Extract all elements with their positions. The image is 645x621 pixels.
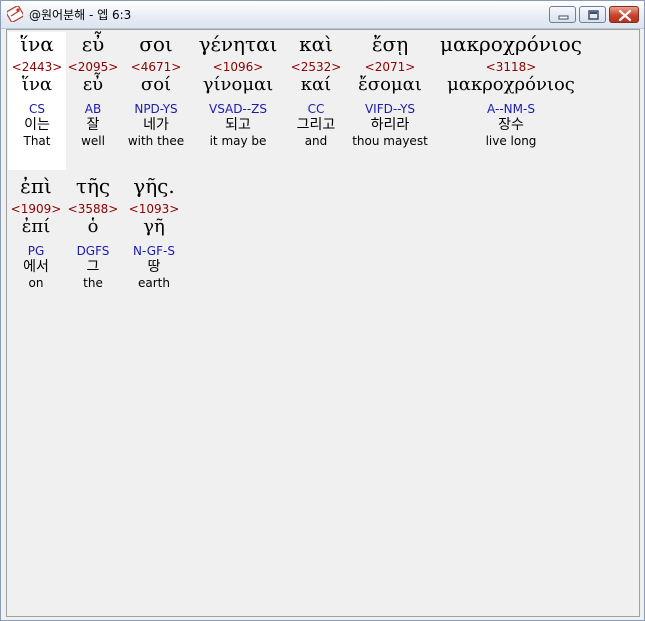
english-gloss: on [28, 276, 44, 290]
parsing-code[interactable]: PG [8, 244, 64, 258]
lemma: ἔσομαι [358, 74, 422, 95]
english-gloss: it may be [209, 134, 267, 148]
strong-number[interactable]: <2443> [8, 60, 66, 74]
greek-word: μακροχρόνιος [440, 32, 582, 56]
parsing-code[interactable]: N-GF-S [122, 244, 186, 258]
word-cell[interactable]: σοι <4671> σοί NPD-YS 네가 with thee [122, 32, 190, 149]
interlinear-view[interactable]: ἵνα <2443> ἵνα CS 이는 That εὖ <2095> εὖ A… [6, 29, 640, 617]
maximize-button[interactable] [579, 6, 606, 23]
lemma: γῆ [143, 216, 165, 237]
strong-number[interactable]: <2532> [288, 60, 344, 74]
strong-number[interactable]: <2095> [66, 60, 120, 74]
app-icon[interactable] [6, 5, 24, 23]
strong-number[interactable]: <3118> [435, 60, 587, 74]
english-gloss: and [304, 134, 328, 148]
greek-word: γένηται [198, 32, 278, 56]
greek-word: ἔσῃ [371, 32, 409, 56]
english-gloss: That [23, 134, 51, 148]
strong-number[interactable]: <2071> [347, 60, 433, 74]
greek-word: ἵνα [20, 32, 54, 56]
korean-gloss: 하리라 [370, 117, 410, 133]
korean-gloss: 되고 [225, 117, 251, 133]
korean-gloss: 잘 [86, 117, 100, 133]
word-cell[interactable]: γῆς. <1093> γῆ N-GF-S 땅 earth [122, 174, 186, 291]
english-gloss: thou mayest [352, 134, 428, 148]
english-gloss: with thee [127, 134, 185, 148]
greek-word: εὖ [81, 32, 105, 56]
word-cell[interactable]: ἐπὶ <1909> ἐπί PG 에서 on [8, 174, 64, 291]
strong-number[interactable]: <1093> [122, 202, 186, 216]
strong-number[interactable]: <4671> [122, 60, 190, 74]
close-button[interactable] [609, 6, 639, 23]
greek-word: τῆς [75, 174, 111, 198]
parsing-code[interactable]: NPD-YS [122, 102, 190, 116]
korean-gloss: 네가 [143, 117, 169, 133]
greek-word: καὶ [299, 32, 333, 56]
title-bar[interactable]: @원어분해 - 엡 6:3 [1, 1, 644, 29]
strong-number[interactable]: <3588> [66, 202, 120, 216]
lemma: γίνομαι [202, 74, 274, 95]
korean-gloss: 장수 [498, 117, 524, 133]
maximize-icon [588, 10, 599, 20]
word-cell[interactable]: ἔσῃ <2071> ἔσομαι VIFD--YS 하리라 thou maye… [347, 32, 433, 149]
korean-gloss: 그 [86, 259, 100, 275]
lemma: μακροχρόνιος [447, 74, 575, 95]
lemma: καί [300, 74, 332, 95]
lemma: εὖ [82, 74, 104, 95]
english-gloss: live long [485, 134, 537, 148]
parsing-code[interactable]: DGFS [66, 244, 120, 258]
parsing-code[interactable]: AB [66, 102, 120, 116]
lemma: σοί [140, 74, 172, 95]
word-cell[interactable]: μακροχρόνιος <3118> μακροχρόνιος A--NM-S… [435, 32, 587, 149]
english-gloss: earth [138, 276, 170, 290]
parsing-code[interactable]: VIFD--YS [347, 102, 433, 116]
lemma: ἐπί [21, 216, 51, 237]
window-title: @원어분해 - 엡 6:3 [29, 8, 132, 22]
minimize-button[interactable] [549, 6, 576, 23]
parsing-code[interactable]: VSAD--ZS [193, 102, 283, 116]
korean-gloss: 에서 [23, 259, 49, 275]
english-gloss: the [83, 276, 103, 290]
word-cell[interactable]: τῆς <3588> ὁ DGFS 그 the [66, 174, 120, 291]
korean-gloss: 그리고 [296, 117, 336, 133]
word-cell[interactable]: εὖ <2095> εὖ AB 잘 well [66, 32, 120, 149]
strong-number[interactable]: <1909> [8, 202, 64, 216]
greek-word: γῆς. [133, 174, 175, 198]
strong-number[interactable]: <1096> [193, 60, 283, 74]
english-gloss: well [81, 134, 105, 148]
app-window: @원어분해 - 엡 6:3 ἵνα <2443> ἵνα CS 이는 That … [0, 0, 645, 621]
word-cell[interactable]: ἵνα <2443> ἵνα CS 이는 That [8, 32, 66, 170]
close-icon [618, 9, 632, 22]
lemma: ὁ [87, 216, 99, 237]
korean-gloss: 땅 [147, 259, 161, 275]
greek-word: ἐπὶ [20, 174, 52, 198]
parsing-code[interactable]: CC [288, 102, 344, 116]
korean-gloss: 이는 [24, 117, 50, 133]
greek-word: σοι [139, 32, 173, 56]
parsing-code[interactable]: A--NM-S [435, 102, 587, 116]
minimize-icon [558, 15, 569, 20]
word-cell[interactable]: καὶ <2532> καί CC 그리고 and [288, 32, 344, 149]
word-cell[interactable]: γένηται <1096> γίνομαι VSAD--ZS 되고 it ma… [193, 32, 283, 149]
parsing-code[interactable]: CS [8, 102, 66, 116]
lemma: ἵνα [21, 74, 53, 95]
